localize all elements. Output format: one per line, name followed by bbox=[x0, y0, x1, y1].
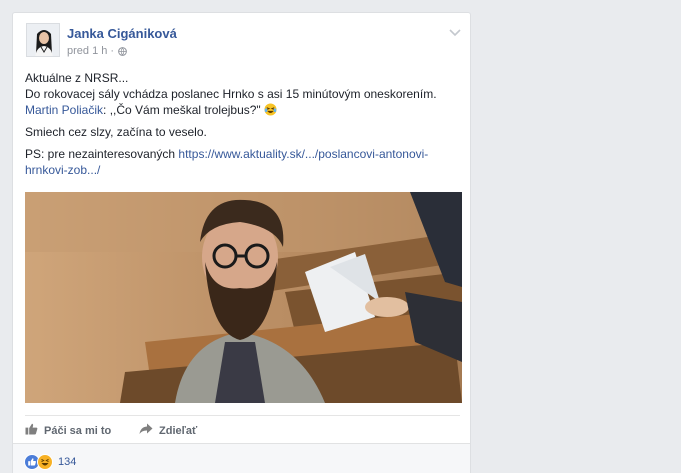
reactions-bar: 134 bbox=[13, 443, 470, 473]
share-button[interactable]: Zdieľať bbox=[139, 423, 197, 438]
share-label: Zdieľať bbox=[159, 424, 198, 437]
post-line-2: Do rokovacej sály vchádza poslanec Hrnko… bbox=[25, 87, 437, 101]
action-divider bbox=[25, 415, 460, 416]
like-label: Páči sa mi to bbox=[44, 424, 112, 437]
post-line-1: Aktuálne z NRSR... bbox=[25, 71, 129, 85]
chevron-down-icon[interactable] bbox=[449, 26, 461, 37]
haha-reaction-icon bbox=[37, 454, 53, 470]
author-avatar[interactable] bbox=[26, 23, 60, 57]
post-text: Aktuálne z NRSR... Do rokovacej sály vch… bbox=[25, 70, 465, 184]
like-button[interactable]: Páči sa mi to bbox=[25, 423, 111, 438]
post-quote: : ,,Čo Vám meškal trolejbus?" bbox=[103, 103, 261, 117]
share-arrow-icon bbox=[139, 423, 153, 438]
laughing-tears-emoji-icon bbox=[264, 103, 277, 116]
post-card: Janka Cigániková pred 1 h · Aktuálne z N… bbox=[12, 12, 471, 473]
post-paragraph-2: Smiech cez slzy, začína to veselo. bbox=[25, 125, 207, 139]
post-time[interactable]: pred 1 h · bbox=[67, 45, 114, 57]
reaction-count: 134 bbox=[58, 456, 77, 468]
reactions-summary[interactable]: 134 bbox=[24, 454, 76, 470]
thumbs-up-icon bbox=[25, 423, 38, 438]
post-photo[interactable] bbox=[25, 192, 462, 403]
author-name[interactable]: Janka Cigániková bbox=[67, 26, 177, 41]
post-ps-prefix: PS: pre nezainteresovaných bbox=[25, 147, 179, 161]
globe-icon[interactable] bbox=[118, 46, 127, 56]
post-meta: pred 1 h · bbox=[67, 45, 127, 57]
mention-link[interactable]: Martin Poliačik bbox=[25, 103, 103, 117]
